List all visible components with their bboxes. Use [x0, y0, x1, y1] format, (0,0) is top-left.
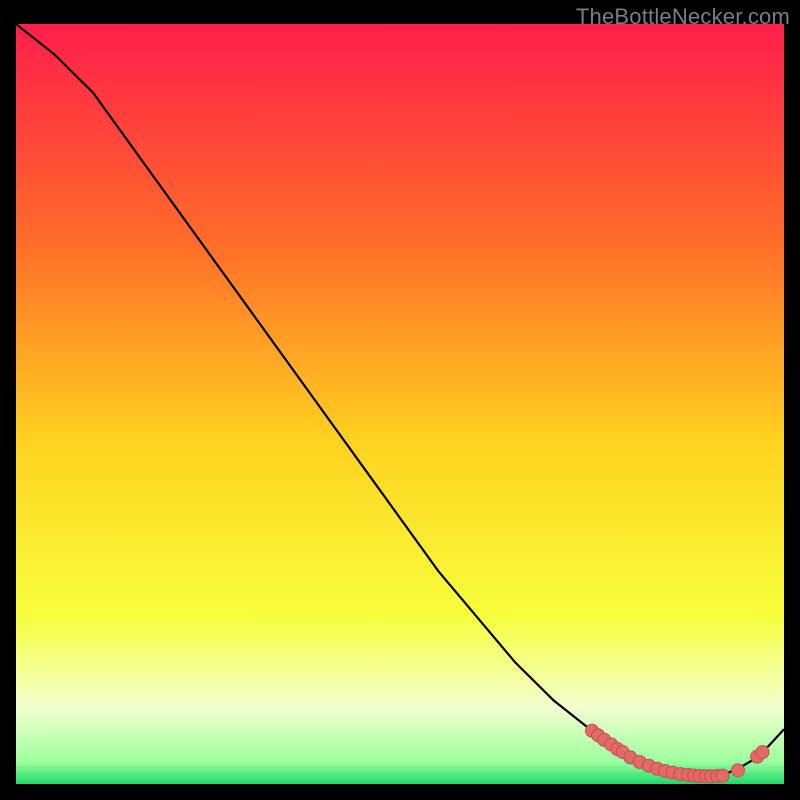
- plot-area: [16, 24, 784, 784]
- watermark-text: TheBottleNecker.com: [576, 4, 790, 30]
- marker-point: [756, 746, 769, 759]
- chart-frame: TheBottleNecker.com: [0, 0, 800, 800]
- gradient-background: [16, 24, 784, 784]
- chart-svg: [16, 24, 784, 784]
- marker-point: [731, 764, 744, 777]
- marker-point: [716, 769, 729, 782]
